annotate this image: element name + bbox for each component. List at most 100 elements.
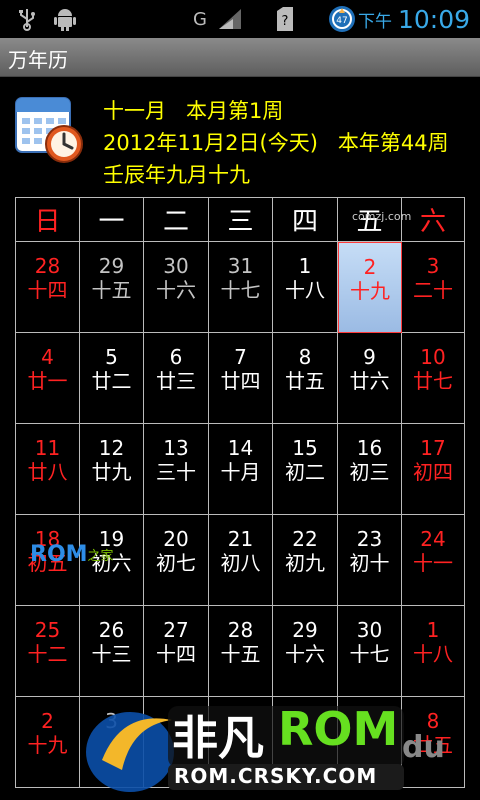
lunar-day: 十八 [413,642,453,666]
lunar-day: 初六 [91,551,132,575]
calendar-day[interactable] [209,697,273,788]
calendar-day[interactable]: 3 二十 [402,242,465,333]
calendar-day[interactable]: 10 廿七 [402,333,465,424]
calendar-day[interactable]: 5 廿二 [80,333,144,424]
day-number: 4 [41,345,54,369]
day-number: 3 [426,254,440,278]
calendar-day[interactable]: 11 廿八 [16,424,80,515]
calendar-day[interactable]: 20 初七 [144,515,209,606]
day-number: 21 [227,527,254,551]
month-week-line: 十一月 本月第1周 [103,99,284,123]
lunar-day: 十二 [27,642,68,666]
calendar-day-today[interactable]: 2 十九 [338,242,402,333]
day-number: 12 [98,436,125,460]
lunar-day: 廿一 [27,369,68,393]
calendar-day[interactable]: 23 初十 [338,515,402,606]
lunar-day: 廿三 [156,369,196,393]
calendar-day[interactable]: 2 十九 [16,697,80,788]
calendar-day[interactable]: 15 初二 [273,424,338,515]
day-number: 27 [163,618,189,642]
weekday-header: 二 [144,198,209,242]
android-debug-icon [52,6,78,32]
day-number: 25 [34,618,61,642]
lunar-day: 廿二 [91,369,132,393]
lunar-day: 廿五 [285,369,325,393]
calendar-day[interactable]: 1 十八 [273,242,338,333]
calendar-day[interactable]: 31 十七 [209,242,273,333]
lunar-day: 廿六 [349,369,390,393]
weekday-header: 六 [402,198,465,242]
signal-strength-icon [216,6,244,32]
calendar-day[interactable]: 17 初四 [402,424,465,515]
lunar-day: 十七 [349,642,390,666]
lunar-day: 十七 [220,278,261,302]
calendar-day[interactable]: 18 初五 [16,515,80,606]
lunar-day: 十五 [220,642,261,666]
calendar-day[interactable]: 28 十四 [16,242,80,333]
app-notification-icon: 47 [326,6,358,32]
day-number: 11 [34,436,61,460]
usb-icon [14,6,40,32]
weekday-header: 五 [338,198,402,242]
calendar-day[interactable]: 25 十二 [16,606,80,697]
calendar-day[interactable] [273,697,338,788]
calendar-day[interactable]: 12 廿九 [80,424,144,515]
lunar-day: 十五 [91,278,132,302]
lunar-day: 十九 [27,733,68,757]
calendar-day[interactable]: 26 十三 [80,606,144,697]
status-bar: G ? 47 下午 10:09 [0,0,480,38]
day-number: 5 [105,345,118,369]
weekday-header: 一 [80,198,144,242]
lunar-day: 初二 [285,460,325,484]
calendar-day[interactable]: 30 十六 [144,242,209,333]
calendar-day[interactable] [144,697,209,788]
calendar-day[interactable]: 8 廿五 [273,333,338,424]
day-number: 20 [163,527,189,551]
calendar-day[interactable]: 16 初三 [338,424,402,515]
day-number: 2 [363,255,377,279]
lunar-day: 初三 [349,460,390,484]
calendar-day[interactable]: 30 十七 [338,606,402,697]
calendar-day[interactable]: 6 廿三 [144,333,209,424]
lunar-day: 廿七 [413,369,453,393]
calendar-day[interactable]: 27 十四 [144,606,209,697]
calendar-day[interactable]: 1 十八 [402,606,465,697]
calendar-day[interactable]: 28 十五 [209,606,273,697]
svg-text:?: ? [282,14,289,29]
lunar-day: 十月 [220,460,261,484]
calendar-day[interactable]: 7 廿四 [209,333,273,424]
day-number: 30 [163,254,189,278]
calendar-day[interactable]: 24 十一 [402,515,465,606]
lunar-day: 十六 [156,278,196,302]
calendar-day[interactable]: 14 十月 [209,424,273,515]
day-number: 1 [426,618,440,642]
lunar-day: 初四 [413,460,453,484]
calendar-day[interactable]: 21 初八 [209,515,273,606]
weekday-header: 日 [16,198,80,242]
day-number: 14 [227,436,254,460]
calendar-day[interactable]: 29 十五 [80,242,144,333]
calendar-day[interactable]: 13 三十 [144,424,209,515]
day-number: 6 [169,345,183,369]
network-type-label: G [193,8,207,30]
calendar-day[interactable] [338,697,402,788]
app-title: 万年历 [8,48,68,72]
calendar-day[interactable]: 19 初六 [80,515,144,606]
calendar-grid: 日一二三四五六 28 十四 29 十五 30 十六 31 十七 1 十八 2 十九 3 二十 4 廿一 5 廿二 6 廿… [15,197,465,788]
calendar-day[interactable]: 9 廿六 [338,333,402,424]
lunar-day: 初八 [220,551,261,575]
day-number: 13 [163,436,189,460]
calendar-day[interactable]: 4 廿一 [16,333,80,424]
calendar-day[interactable]: 3 [80,697,144,788]
lunar-day: 廿五 [413,733,453,757]
weekday-header: 四 [273,198,338,242]
calendar-day[interactable]: 8 廿五 [402,697,465,788]
lunar-day: 十六 [285,642,325,666]
calendar-day[interactable]: 29 十六 [273,606,338,697]
lunar-day: 廿九 [91,460,132,484]
day-number: 31 [227,254,254,278]
day-number: 28 [34,254,61,278]
lunar-day: 十三 [91,642,132,666]
calendar-day[interactable]: 22 初九 [273,515,338,606]
day-number: 1 [298,254,312,278]
